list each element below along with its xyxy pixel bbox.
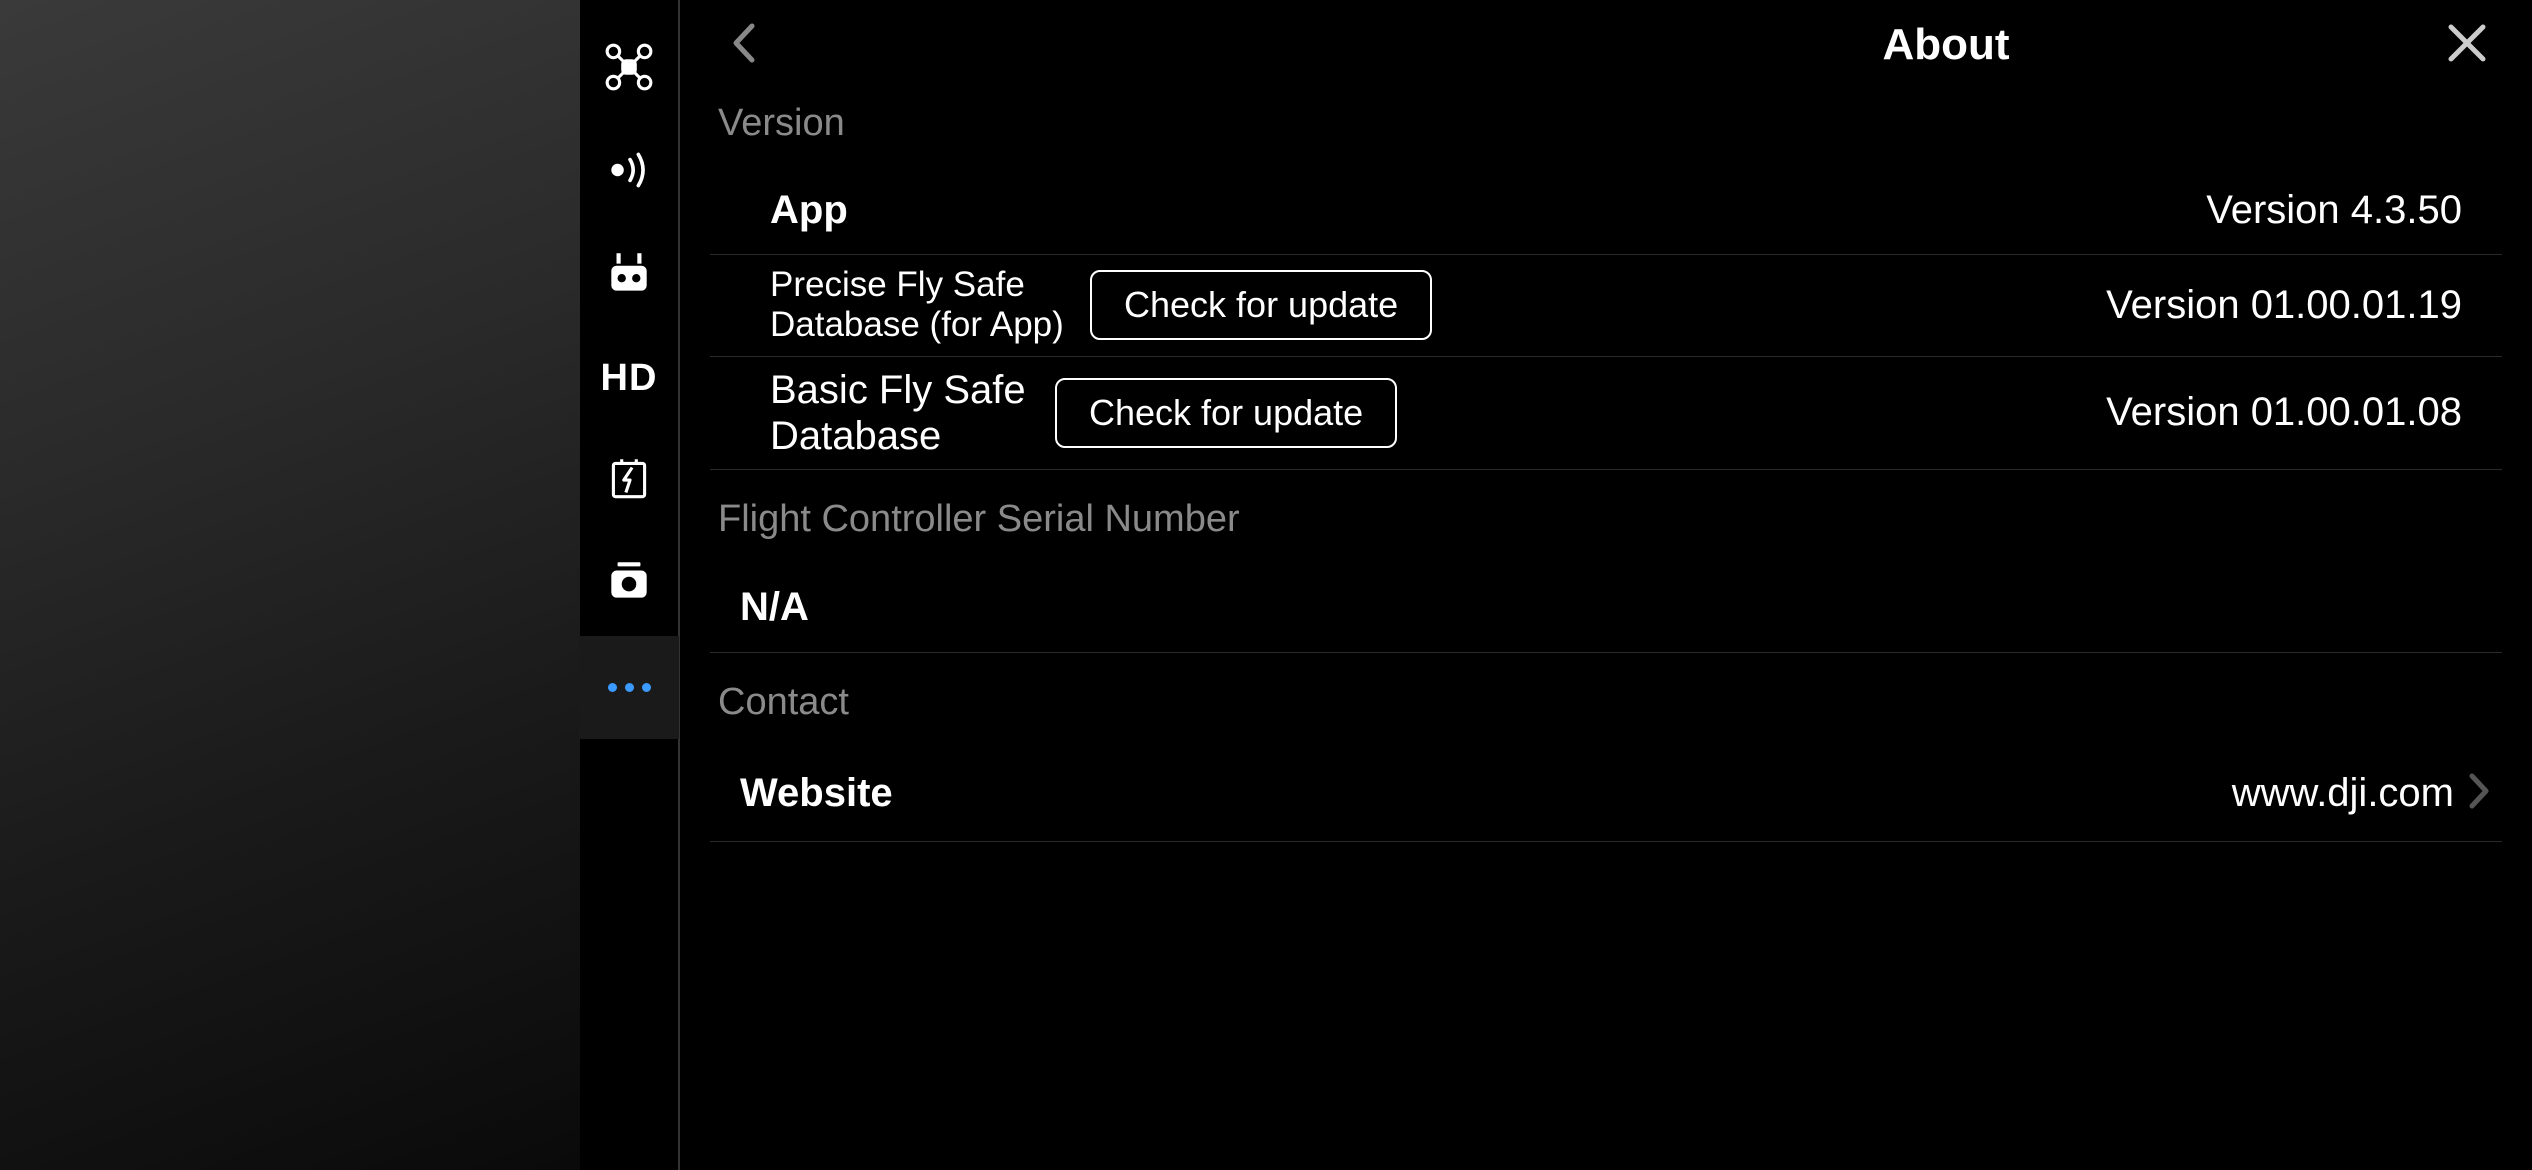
precise-db-label: Precise Fly Safe Database (for App) — [770, 265, 1080, 346]
app-version-value: Version 4.3.50 — [2206, 188, 2490, 233]
page-title: About — [1882, 20, 2009, 70]
serial-section-header: Flight Controller Serial Number — [710, 470, 2502, 563]
sidebar-item-camera[interactable] — [579, 533, 679, 636]
signal-icon — [603, 144, 655, 201]
serial-number-value: N/A — [740, 585, 2490, 630]
precise-db-version-value: Version 01.00.01.19 — [2106, 283, 2490, 328]
chevron-right-icon — [2468, 772, 2490, 815]
camera-view-background — [0, 0, 580, 1170]
sidebar-item-more[interactable] — [579, 636, 679, 739]
remote-controller-icon — [603, 247, 655, 304]
contact-section-header: Contact — [710, 653, 2502, 746]
back-button[interactable] — [720, 20, 770, 70]
panel-header: About — [680, 0, 2532, 90]
close-icon — [2445, 21, 2489, 70]
about-panel: About Version App Version 4.3.50 Precise… — [680, 0, 2532, 1170]
basic-fly-safe-row: Basic Fly Safe Database Check for update… — [710, 357, 2502, 470]
app-version-row: App Version 4.3.50 — [710, 167, 2502, 255]
sidebar-item-battery[interactable] — [579, 430, 679, 533]
camera-icon — [603, 556, 655, 613]
about-scroll-area[interactable]: Version App Version 4.3.50 Precise Fly S… — [680, 90, 2532, 1170]
version-section-header: Version — [710, 90, 2502, 167]
basic-db-label: Basic Fly Safe Database — [770, 367, 1045, 459]
sidebar-item-signal[interactable] — [579, 121, 679, 224]
serial-number-row: N/A — [710, 563, 2502, 653]
precise-fly-safe-row: Precise Fly Safe Database (for App) Chec… — [710, 255, 2502, 357]
chevron-left-icon — [730, 18, 760, 73]
hd-icon: HD — [601, 357, 658, 400]
app-label: App — [770, 188, 848, 233]
sidebar-item-hd[interactable]: HD — [579, 327, 679, 430]
sidebar-item-aircraft[interactable] — [579, 18, 679, 121]
close-button[interactable] — [2442, 20, 2492, 70]
basic-db-check-update-button[interactable]: Check for update — [1055, 378, 1397, 448]
battery-icon — [603, 453, 655, 510]
basic-db-version-value: Version 01.00.01.08 — [2106, 390, 2490, 435]
precise-db-check-update-button[interactable]: Check for update — [1090, 270, 1432, 340]
website-row[interactable]: Website www.dji.com — [710, 746, 2502, 842]
website-value: www.dji.com — [2232, 771, 2454, 816]
more-dots-icon — [608, 683, 651, 692]
website-label: Website — [740, 771, 893, 816]
drone-icon — [603, 41, 655, 98]
sidebar-item-remote[interactable] — [579, 224, 679, 327]
settings-sidebar: HD — [580, 0, 680, 1170]
